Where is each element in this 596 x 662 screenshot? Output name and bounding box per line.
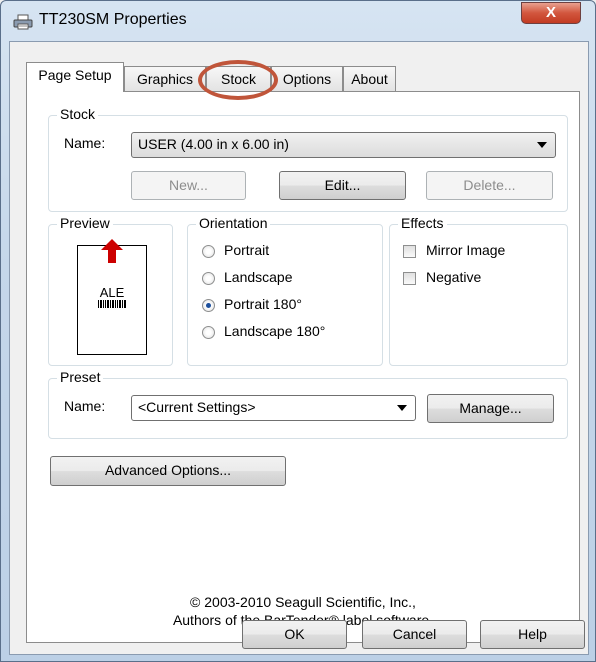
cancel-button[interactable]: Cancel <box>362 620 467 649</box>
new-stock-button[interactable]: New... <box>131 171 246 200</box>
edit-stock-button[interactable]: Edit... <box>279 171 406 200</box>
title-bar[interactable]: TT230SM Properties X <box>1 1 595 41</box>
radio-landscape-180[interactable] <box>202 326 215 339</box>
stock-name-label: Name: <box>64 135 106 151</box>
portrait-180-label[interactable]: Portrait 180° <box>224 296 302 312</box>
preview-group-label: Preview <box>57 215 113 231</box>
stock-name-value: USER (4.00 in x 6.00 in) <box>138 136 289 152</box>
portrait-label[interactable]: Portrait <box>224 242 269 258</box>
negative-label[interactable]: Negative <box>426 269 481 285</box>
landscape-180-label[interactable]: Landscape 180° <box>224 323 325 339</box>
stock-group-label: Stock <box>57 106 99 122</box>
preview-sample-text: ALE <box>99 285 125 300</box>
preset-name-dropdown[interactable]: <Current Settings> <box>131 395 416 421</box>
landscape-label[interactable]: Landscape <box>224 269 293 285</box>
window-title: TT230SM Properties <box>39 11 187 28</box>
copyright-line-1: © 2003-2010 Seagull Scientific, Inc., <box>190 594 416 610</box>
radio-portrait[interactable] <box>202 245 215 258</box>
preset-group: Preset Name: <Current Settings> Manage..… <box>48 369 568 439</box>
chevron-down-icon <box>537 142 547 148</box>
effects-group: Effects Mirror Image Negative <box>389 215 568 366</box>
manage-button[interactable]: Manage... <box>427 394 554 423</box>
mirror-image-label[interactable]: Mirror Image <box>426 242 505 258</box>
tab-page-setup[interactable]: Page Setup <box>26 62 124 92</box>
preset-group-label: Preset <box>57 369 104 385</box>
printer-icon <box>13 14 33 30</box>
dialog-client: Page Setup Graphics Stock Options About … <box>9 41 589 655</box>
tab-options[interactable]: Options <box>271 66 343 91</box>
orientation-group: Orientation Portrait Landscape Portrait … <box>187 215 383 366</box>
radio-landscape[interactable] <box>202 272 215 285</box>
advanced-options-button[interactable]: Advanced Options... <box>50 456 286 486</box>
chevron-down-icon <box>397 405 407 411</box>
stock-group: Stock Name: USER (4.00 in x 6.00 in) New… <box>48 106 568 212</box>
page-setup-panel: Stock Name: USER (4.00 in x 6.00 in) New… <box>26 91 580 643</box>
tab-graphics[interactable]: Graphics <box>124 66 206 91</box>
delete-stock-button[interactable]: Delete... <box>426 171 553 200</box>
label-preview: ALE <box>77 239 147 355</box>
radio-portrait-180[interactable] <box>202 299 215 312</box>
properties-window: TT230SM Properties X Page Setup Graphics… <box>0 0 596 662</box>
stock-tab-highlight-circle <box>198 60 278 100</box>
barcode-icon <box>98 300 126 308</box>
preset-name-value: <Current Settings> <box>138 399 256 415</box>
arrow-up-icon <box>101 239 123 263</box>
ok-button[interactable]: OK <box>242 620 347 649</box>
mirror-image-checkbox[interactable] <box>403 245 416 258</box>
stock-name-dropdown[interactable]: USER (4.00 in x 6.00 in) <box>131 132 556 158</box>
preview-group: Preview ALE <box>48 215 173 366</box>
preset-name-label: Name: <box>64 398 106 414</box>
close-button[interactable]: X <box>521 2 581 24</box>
help-button[interactable]: Help <box>480 620 585 649</box>
orientation-group-label: Orientation <box>196 215 271 231</box>
effects-group-label: Effects <box>398 215 447 231</box>
negative-checkbox[interactable] <box>403 272 416 285</box>
tab-about[interactable]: About <box>343 66 396 91</box>
